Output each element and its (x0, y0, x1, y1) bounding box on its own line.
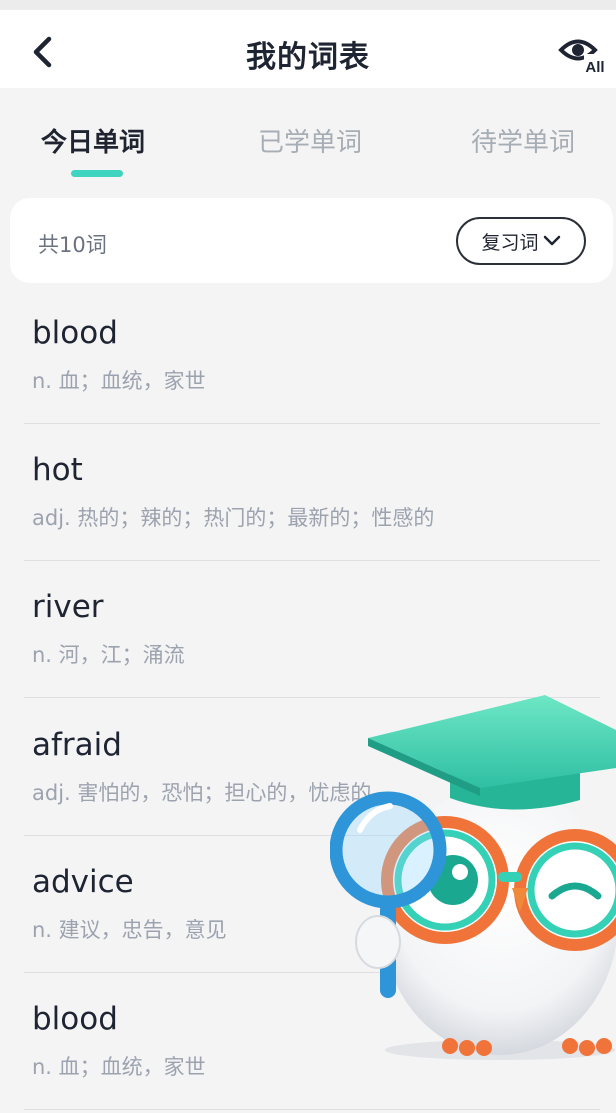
divider (24, 697, 600, 698)
word-list-item[interactable]: river n. 河，江；涌流 (24, 561, 600, 698)
word-list-item[interactable]: blood n. 血；血统，家世 (24, 973, 600, 1110)
word-text: blood (32, 315, 118, 351)
tab-learned-words[interactable]: 已学单词 (258, 122, 362, 159)
word-meaning: n. 建议，忠告，意见 (32, 918, 227, 942)
word-meaning: adj. 害怕的，恐怕；担心的，忧虑的 (32, 781, 372, 805)
svg-text:All: All (585, 59, 604, 76)
word-list-item[interactable]: hot adj. 热的；辣的；热门的；最新的；性感的 (24, 424, 600, 561)
page-title: 我的词表 (246, 40, 370, 75)
chevron-down-icon (543, 235, 560, 246)
word-count: 共10词 (38, 233, 107, 257)
active-tab-indicator (71, 170, 123, 177)
eye-toggle-button[interactable]: All (558, 32, 606, 76)
word-text: blood (32, 1001, 118, 1037)
filter-label: 复习词 (481, 231, 539, 254)
tab-bar: 今日单词 已学单词 待学单词 (0, 88, 616, 188)
review-filter-dropdown[interactable]: 复习词 (456, 217, 586, 265)
word-meaning: n. 血；血统，家世 (32, 369, 206, 393)
word-text: hot (32, 452, 83, 488)
tab-today-words[interactable]: 今日单词 (41, 122, 145, 159)
word-meaning: adj. 热的；辣的；热门的；最新的；性感的 (32, 506, 435, 530)
word-meaning: n. 河，江；涌流 (32, 643, 185, 667)
summary-card: 共10词 复习词 (10, 198, 613, 283)
nav-bar: 我的词表 All (0, 10, 616, 88)
word-text: afraid (32, 727, 122, 763)
word-list-item[interactable]: advice n. 建议，忠告，意见 (24, 836, 600, 973)
eye-all-icon: All (558, 39, 606, 76)
word-list-item[interactable]: blood n. 血；血统，家世 (24, 287, 600, 424)
word-text: advice (32, 864, 134, 900)
divider (24, 1109, 600, 1110)
word-meaning: n. 血；血统，家世 (32, 1055, 206, 1079)
tab-pending-words[interactable]: 待学单词 (471, 122, 575, 159)
word-list-item[interactable]: afraid adj. 害怕的，恐怕；担心的，忧虑的 (24, 699, 600, 836)
word-text: river (32, 589, 104, 625)
